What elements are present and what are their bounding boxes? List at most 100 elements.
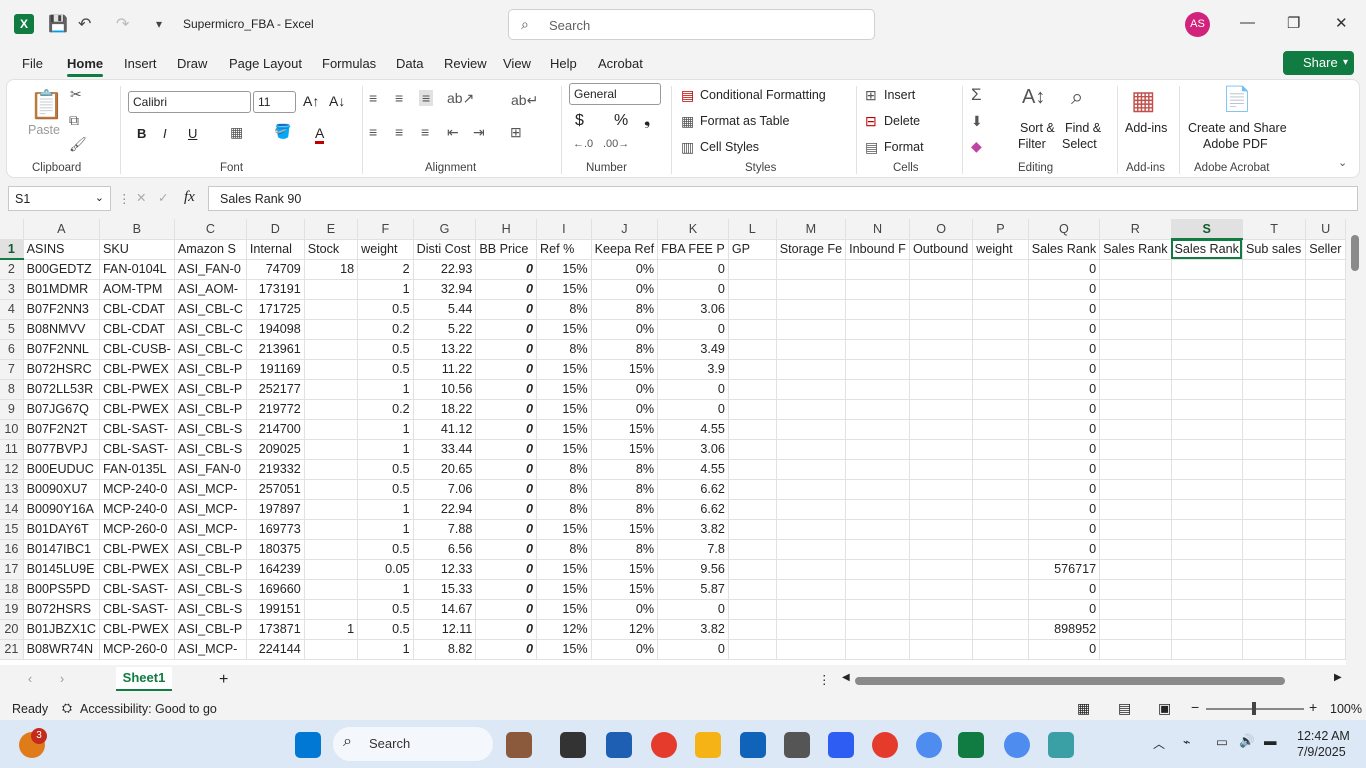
column-header-s[interactable]: S (1171, 219, 1243, 240)
cell[interactable]: 0 (657, 319, 729, 340)
cell[interactable] (1171, 319, 1243, 340)
cell[interactable] (909, 359, 974, 380)
cell[interactable] (909, 319, 974, 340)
horizontal-scroll-thumb[interactable] (855, 677, 1285, 685)
cell[interactable] (972, 419, 1029, 440)
column-header-c[interactable]: C (174, 219, 247, 240)
cell[interactable]: 0 (1028, 339, 1101, 360)
cell[interactable]: FAN-0104L (99, 259, 175, 280)
cell[interactable] (845, 559, 910, 580)
find-select-label-1[interactable]: Find & (1065, 121, 1101, 135)
cell[interactable] (1305, 319, 1346, 340)
cell[interactable]: 3.06 (657, 299, 729, 320)
cell[interactable]: ASI_MCP- (174, 499, 247, 520)
cell[interactable]: 0.5 (357, 599, 414, 620)
cell[interactable] (728, 299, 777, 320)
cell[interactable]: 0% (591, 279, 659, 300)
zoom-in-icon[interactable]: + (1309, 699, 1317, 715)
cell[interactable] (1305, 479, 1346, 500)
cell[interactable]: 0 (1028, 359, 1101, 380)
cell[interactable] (728, 579, 777, 600)
cell[interactable]: 0 (1028, 519, 1101, 540)
delete-cells-icon[interactable]: ⊟ (865, 113, 877, 130)
zoom-app-icon[interactable] (828, 732, 854, 758)
cell[interactable]: 0.05 (357, 559, 414, 580)
cell[interactable] (776, 439, 847, 460)
header-cell[interactable]: weight (357, 239, 414, 260)
cell[interactable] (909, 499, 974, 520)
cell[interactable] (1242, 599, 1307, 620)
cell[interactable]: 15% (536, 279, 592, 300)
cell[interactable] (776, 339, 847, 360)
cell[interactable]: 0 (475, 399, 538, 420)
cell[interactable]: ASI_CBL-C (174, 339, 247, 360)
cell[interactable] (909, 439, 974, 460)
cell[interactable]: CBL-CUSB- (99, 339, 175, 360)
format-as-table-button[interactable]: Format as Table (700, 114, 789, 128)
cell[interactable]: 0.5 (357, 459, 414, 480)
cell[interactable]: 15% (536, 439, 592, 460)
align-center-icon[interactable]: ≡ (395, 124, 403, 140)
cell[interactable]: 0 (1028, 279, 1101, 300)
cell[interactable]: 8% (536, 299, 592, 320)
next-sheet-icon[interactable]: › (60, 672, 64, 686)
cell[interactable]: CBL-SAST- (99, 599, 175, 620)
align-middle-icon[interactable]: ≡ (395, 90, 403, 106)
cell[interactable]: 0 (657, 279, 729, 300)
cell[interactable] (304, 339, 359, 360)
cell[interactable] (1305, 359, 1346, 380)
cell[interactable]: 8% (536, 479, 592, 500)
cell[interactable] (728, 519, 777, 540)
cell[interactable]: MCP-240-0 (99, 479, 175, 500)
cell[interactable] (972, 639, 1029, 660)
cell[interactable] (1305, 619, 1346, 640)
cell[interactable]: ASI_FAN-0 (174, 459, 247, 480)
zoom-slider-handle[interactable] (1252, 702, 1256, 715)
add-ins-icon[interactable]: ▦ (1131, 85, 1156, 116)
cell[interactable] (845, 279, 910, 300)
cell[interactable] (728, 479, 777, 500)
cell[interactable]: 0 (475, 279, 538, 300)
row-header[interactable]: 8 (0, 379, 24, 400)
cell[interactable] (1242, 419, 1307, 440)
tab-acrobat[interactable]: Acrobat (598, 56, 643, 71)
cell[interactable]: 3.49 (657, 339, 729, 360)
cell[interactable] (845, 619, 910, 640)
cell[interactable] (909, 519, 974, 540)
cell[interactable] (845, 579, 910, 600)
cell[interactable] (909, 259, 974, 280)
cell[interactable]: 0 (1028, 599, 1101, 620)
cell[interactable] (845, 339, 910, 360)
cell[interactable]: 0 (475, 519, 538, 540)
cell[interactable]: 4.55 (657, 459, 729, 480)
cell[interactable]: 0.5 (357, 299, 414, 320)
cell[interactable] (1099, 499, 1172, 520)
column-header-d[interactable]: D (246, 219, 305, 240)
cell[interactable] (1305, 559, 1346, 580)
column-header-u[interactable]: U (1305, 219, 1346, 240)
cell[interactable]: 0 (475, 579, 538, 600)
page-break-view-icon[interactable]: ▣ (1158, 700, 1171, 717)
cell[interactable] (1305, 639, 1346, 660)
cell[interactable]: 224144 (246, 639, 305, 660)
cell[interactable] (972, 259, 1029, 280)
name-box[interactable]: S1 ⌄ (8, 186, 111, 211)
cell[interactable]: ASI_MCP- (174, 519, 247, 540)
cell[interactable]: 0 (1028, 399, 1101, 420)
chrome-icon[interactable] (651, 732, 677, 758)
cell[interactable] (728, 639, 777, 660)
cell[interactable] (1305, 439, 1346, 460)
header-cell[interactable]: Storage Fe (776, 239, 847, 260)
insert-cells-button[interactable]: Insert (884, 88, 915, 102)
cell[interactable]: 0.5 (357, 479, 414, 500)
column-header-m[interactable]: M (776, 219, 847, 240)
scroll-left-icon[interactable]: ◀ (842, 672, 850, 683)
cell[interactable] (1305, 519, 1346, 540)
cell[interactable] (1099, 459, 1172, 480)
more-icon[interactable]: ⋮ (118, 191, 131, 206)
cell[interactable] (1305, 339, 1346, 360)
cell[interactable] (728, 339, 777, 360)
column-header-i[interactable]: I (536, 219, 592, 240)
cell[interactable]: 8.82 (413, 639, 477, 660)
cell[interactable]: 0% (591, 319, 659, 340)
